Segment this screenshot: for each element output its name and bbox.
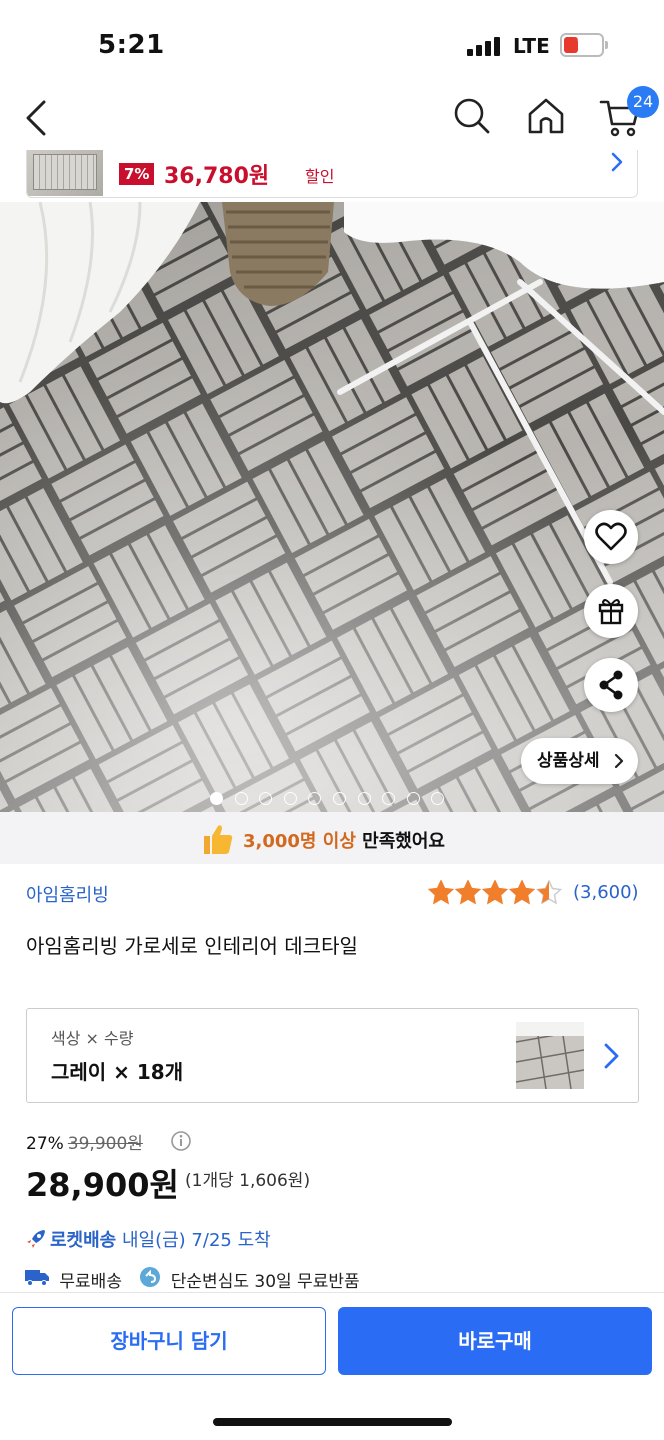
add-to-cart-button[interactable]: 장바구니 담기	[12, 1307, 326, 1375]
rocket-label: 로켓배송	[50, 1230, 117, 1251]
truck-icon	[24, 1267, 50, 1292]
product-image[interactable]	[0, 202, 664, 812]
status-bar: 5:21 LTE 7	[0, 0, 664, 80]
product-detail-label: 상품상세	[537, 751, 600, 771]
satisfaction-banner: 3,000명 이상 만족했어요	[0, 812, 664, 864]
search-icon	[454, 98, 490, 134]
gift-button[interactable]	[584, 584, 638, 638]
top-nav	[0, 80, 664, 152]
review-count[interactable]: (3,600)	[573, 882, 639, 903]
satisfaction-suffix: 만족했어요	[362, 831, 445, 852]
mini-product-bar[interactable]: 7% 36,780원 할인	[26, 150, 638, 198]
cart-count-badge: 24	[627, 86, 659, 118]
unit-price: (1개당 1,606원)	[185, 1171, 311, 1191]
home-icon	[528, 98, 564, 134]
product-title: 아임홈리빙 가로세로 인테리어 데크타일	[26, 934, 358, 958]
star-icon	[508, 879, 536, 905]
star-icon	[481, 879, 509, 905]
product-detail-button[interactable]: 상품상세	[521, 738, 638, 784]
option-label: 색상 × 수량	[51, 1029, 134, 1048]
battery-icon: 7	[560, 33, 604, 57]
return-icon	[139, 1266, 161, 1293]
price-discount-row: 27% 39,900원	[26, 1129, 143, 1154]
gift-icon	[598, 599, 624, 625]
wishlist-button[interactable]	[584, 510, 638, 564]
mini-price: 36,780원	[164, 164, 270, 189]
free-return: 단순변심도 30일 무료반품	[170, 1272, 360, 1292]
network-type: LTE	[513, 34, 550, 58]
carousel-dot[interactable]	[234, 792, 248, 805]
home-indicator[interactable]	[213, 1418, 452, 1426]
arrival-date: 내일(금) 7/25 도착	[121, 1230, 271, 1251]
option-value: 그레이 × 18개	[51, 1060, 184, 1084]
back-button[interactable]	[18, 98, 54, 142]
deck-tile-photo	[0, 202, 664, 812]
info-icon[interactable]	[170, 1130, 192, 1156]
status-time: 5:21	[98, 30, 165, 60]
share-button[interactable]	[584, 658, 638, 712]
thumbs-up-icon	[202, 822, 234, 860]
buy-now-button[interactable]: 바로구매	[338, 1307, 652, 1375]
home-button[interactable]	[526, 96, 566, 140]
battery-level: 7	[576, 36, 588, 54]
satisfaction-text: 3,000명 이상 만족했어요	[243, 827, 445, 853]
rocket-delivery-row: 로켓배송 내일(금) 7/25 도착	[24, 1226, 271, 1256]
rating-stars[interactable]	[427, 879, 568, 910]
carousel-dot[interactable]	[210, 792, 223, 805]
free-shipping: 무료배송	[59, 1272, 122, 1292]
battery-tip	[605, 41, 608, 49]
back-icon	[26, 100, 46, 136]
chevron-right-icon	[605, 150, 629, 184]
carousel-dot[interactable]	[406, 792, 420, 805]
star-icon	[427, 879, 455, 905]
original-price: 39,900원	[67, 1134, 143, 1154]
shipping-row: 무료배송 단순변심도 30일 무료반품	[24, 1266, 360, 1293]
chevron-right-icon	[600, 1037, 624, 1079]
signal-icon	[467, 36, 503, 56]
carousel-dot[interactable]	[357, 792, 371, 805]
discount-badge: 7%	[119, 163, 155, 185]
carousel-dot[interactable]	[333, 792, 346, 805]
option-selector[interactable]: 색상 × 수량 그레이 × 18개	[26, 1008, 639, 1103]
mini-thumbnail	[27, 150, 103, 196]
option-thumbnail	[516, 1022, 584, 1089]
chevron-right-icon	[612, 738, 626, 802]
discount-rate: 27%	[26, 1134, 64, 1154]
share-icon	[599, 670, 623, 700]
rocket-icon	[24, 1227, 48, 1256]
brand-link[interactable]: 아임홈리빙	[26, 881, 109, 907]
star-icon	[454, 879, 482, 905]
sale-price: 28,900원	[26, 1166, 179, 1204]
satisfaction-count: 3,000명 이상	[243, 831, 356, 852]
mini-sale-label: 할인	[305, 167, 335, 186]
carousel-dot[interactable]	[283, 792, 297, 805]
search-button[interactable]	[452, 96, 492, 140]
heart-icon	[595, 522, 627, 551]
star-icon	[535, 879, 563, 905]
